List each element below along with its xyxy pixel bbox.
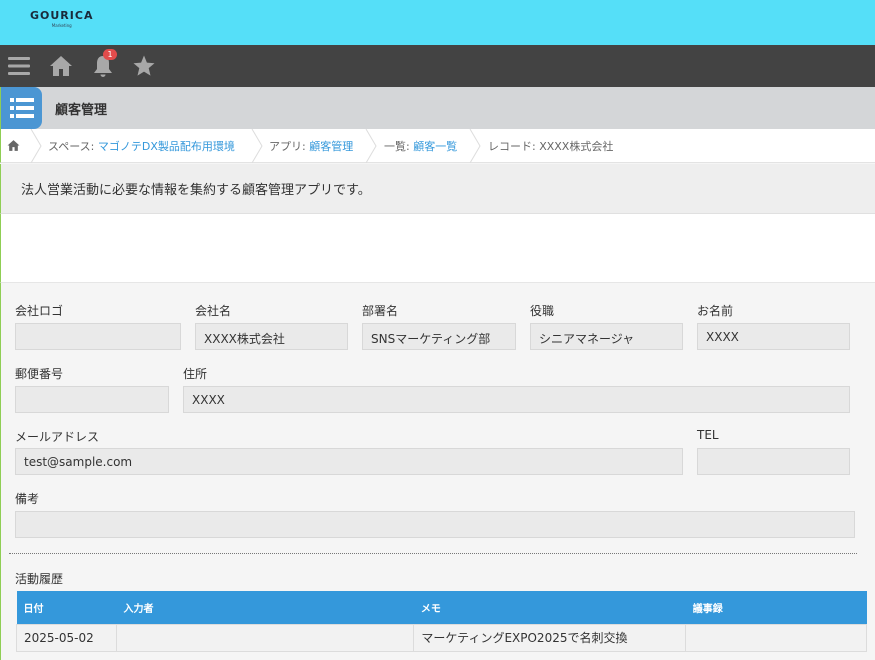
position-label: 役職	[530, 304, 555, 318]
postal-label: 郵便番号	[15, 367, 64, 381]
logo-subtext: Marketing	[51, 23, 72, 28]
department-field[interactable]: SNSマーケティング部	[362, 323, 516, 350]
logo-text: GOURICA	[30, 9, 94, 22]
home-icon[interactable]	[49, 54, 73, 78]
app-description-text: 法人営業活動に必要な情報を集約する顧客管理アプリです。	[21, 183, 371, 198]
notification-badge: 1	[103, 49, 117, 60]
breadcrumb-space-prefix: スペース:	[48, 140, 98, 153]
record-toolbar-area	[0, 214, 875, 283]
activity-history-table: 日付 入力者 メモ 議事録 2025-05-02 マーケティングEXPO2025…	[16, 591, 867, 652]
gourica-logo[interactable]: GOURICA Marketing	[30, 9, 93, 28]
breadcrumb-space-link[interactable]: マゴノテDX製品配布用環境	[98, 140, 235, 153]
company-field[interactable]: XXXX株式会社	[195, 323, 348, 350]
memo-cell[interactable]: マーケティングEXPO2025で名刺交換	[413, 623, 687, 652]
department-label: 部署名	[362, 304, 399, 318]
date-cell[interactable]: 2025-05-02	[16, 623, 117, 652]
breadcrumb-app: アプリ: 顧客管理	[269, 138, 353, 154]
breadcrumb-app-link[interactable]: 顧客管理	[309, 140, 353, 153]
author-cell[interactable]	[115, 623, 415, 652]
tel-label: TEL	[697, 428, 719, 442]
notes-field[interactable]	[15, 511, 855, 538]
company-label: 会社名	[195, 304, 232, 318]
address-field[interactable]: XXXX	[183, 386, 850, 413]
breadcrumb-separator	[365, 129, 377, 163]
email-field[interactable]: test@sample.com	[15, 448, 683, 475]
breadcrumb-space: スペース: マゴノテDX製品配布用環境	[48, 138, 235, 154]
section-divider	[9, 553, 857, 554]
breadcrumb-record: レコード: XXXX株式会社	[488, 140, 614, 153]
breadcrumb-list-link[interactable]: 顧客一覧	[413, 140, 457, 153]
name-field[interactable]: XXXX	[697, 323, 850, 350]
menu-icon[interactable]	[7, 54, 31, 78]
postal-field[interactable]	[15, 386, 169, 413]
app-title: 顧客管理	[55, 103, 108, 118]
column-header-memo: メモ	[413, 591, 686, 624]
breadcrumb-app-prefix: アプリ:	[269, 140, 310, 153]
breadcrumb-list: 一覧: 顧客一覧	[384, 138, 457, 154]
table-header-row: 日付 入力者 メモ 議事録	[16, 591, 867, 624]
column-header-date: 日付	[16, 591, 117, 624]
breadcrumb-separator	[469, 129, 481, 163]
address-label: 住所	[183, 367, 208, 381]
tel-field[interactable]	[697, 448, 850, 475]
minutes-cell[interactable]	[685, 623, 867, 652]
column-header-author: 入力者	[116, 591, 414, 624]
record-form: 会社ロゴ 会社名 XXXX株式会社 部署名 SNSマーケティング部 役職 シニア…	[0, 283, 875, 660]
breadcrumb-separator	[251, 129, 263, 163]
notes-label: 備考	[15, 492, 40, 506]
breadcrumb-separator	[30, 129, 42, 163]
app-description: 法人営業活動に必要な情報を集約する顧客管理アプリです。	[0, 164, 875, 214]
email-label: メールアドレス	[15, 430, 100, 444]
brand-bar: GOURICA Marketing	[0, 0, 875, 45]
position-field[interactable]: シニアマネージャ	[530, 323, 683, 350]
logo-field[interactable]	[15, 323, 181, 350]
logo-label: 会社ロゴ	[15, 304, 64, 318]
name-label: お名前	[697, 304, 734, 318]
history-label: 活動履歴	[15, 572, 64, 586]
app-header: 顧客管理	[0, 87, 875, 129]
star-icon[interactable]	[132, 54, 156, 78]
list-icon[interactable]	[1, 87, 42, 129]
breadcrumb: スペース: マゴノテDX製品配布用環境 アプリ: 顧客管理 一覧: 顧客一覧 レ…	[0, 129, 875, 163]
breadcrumb-home-icon[interactable]	[7, 139, 20, 156]
breadcrumb-list-prefix: 一覧:	[384, 140, 414, 153]
table-row[interactable]: 2025-05-02 マーケティングEXPO2025で名刺交換	[16, 623, 867, 652]
column-header-minutes: 議事録	[685, 591, 867, 624]
